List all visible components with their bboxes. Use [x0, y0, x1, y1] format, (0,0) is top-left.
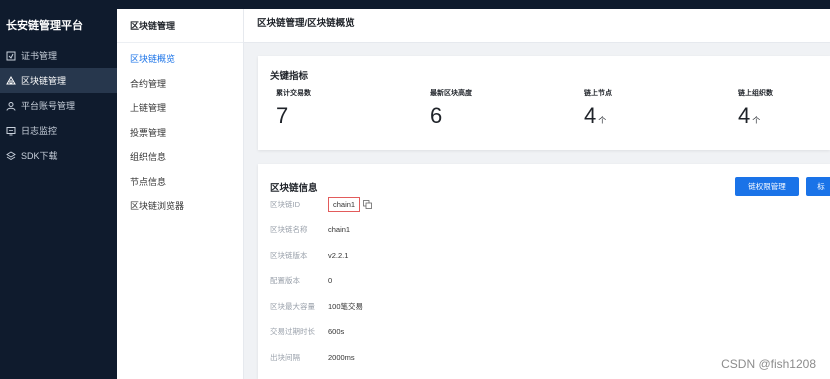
info-value: chain1 — [328, 224, 351, 234]
info-label: 配置版本 — [270, 275, 300, 285]
metric-value: 7 — [276, 103, 289, 128]
info-row-config-version: 配置版本 0 — [270, 273, 332, 287]
info-label: 区块链版本 — [270, 250, 308, 260]
info-value: 600s — [328, 326, 345, 336]
metric-latest-block-height: 最新区块高度 6 — [430, 88, 472, 129]
info-label: 区块链ID — [270, 199, 300, 209]
top-bar — [0, 0, 830, 9]
sidebar-item-certificates[interactable]: 证书管理 — [0, 43, 117, 68]
layers-icon — [5, 150, 17, 162]
subnav-item-overview[interactable]: 区块链概览 — [117, 47, 243, 72]
chain-info-card: 区块链信息 链权限管理 标 区块链ID chain1 区块链名称 chain1 … — [258, 164, 830, 379]
subnav-item-onchain[interactable]: 上链管理 — [117, 96, 243, 121]
sidebar-item-label: 区块链管理 — [21, 76, 67, 86]
blockchain-icon — [5, 75, 17, 87]
info-value: 0 — [328, 275, 333, 285]
subnav-item-voting[interactable]: 投票管理 — [117, 121, 243, 146]
metric-label: 链上组织数 — [738, 90, 773, 97]
subnav-item-contracts[interactable]: 合约管理 — [117, 72, 243, 97]
info-label: 出块间隔 — [270, 352, 300, 362]
sidebar-item-label: 日志监控 — [21, 126, 58, 136]
info-row-chain-id: 区块链ID chain1 — [270, 196, 373, 212]
info-value: 100笔交易 — [328, 301, 364, 311]
subnav-title: 区块链管理 — [117, 9, 243, 43]
metric-chain-orgs: 链上组织数 4个 — [738, 88, 773, 129]
monitor-icon — [5, 125, 17, 137]
info-label: 交易过期时长 — [270, 326, 315, 336]
subnav-item-nodes[interactable]: 节点信息 — [117, 170, 243, 195]
subnav-item-organizations[interactable]: 组织信息 — [117, 145, 243, 170]
info-row-chain-version: 区块链版本 v2.2.1 — [270, 248, 348, 262]
metric-total-transactions: 累计交易数 7 — [276, 88, 311, 129]
sub-navigation: 区块链管理 区块链概览 合约管理 上链管理 投票管理 组织信息 节点信息 区块链… — [117, 9, 244, 379]
info-label: 区块链名称 — [270, 224, 308, 234]
sidebar-item-logs[interactable]: 日志监控 — [0, 118, 117, 143]
info-row-block-capacity: 区块最大容量 100笔交易 — [270, 299, 363, 313]
sidebar-item-label: 平台账号管理 — [21, 101, 76, 111]
brand-title: 长安链管理平台 — [6, 20, 83, 32]
chain-info-title: 区块链信息 — [270, 183, 318, 194]
sidebar: 长安链管理平台 证书管理 区块链管理 平台账号管理 日志监控 SDK下载 — [0, 9, 117, 379]
info-row-block-interval: 出块间隔 2000ms — [270, 350, 355, 364]
metric-label: 累计交易数 — [276, 90, 311, 97]
metric-value: 6 — [430, 103, 443, 128]
info-value: 2000ms — [328, 352, 355, 362]
sidebar-item-sdk[interactable]: SDK下载 — [0, 143, 117, 168]
sidebar-item-blockchain[interactable]: 区块链管理 — [0, 68, 117, 93]
sidebar-item-label: 证书管理 — [21, 51, 58, 61]
info-row-chain-name: 区块链名称 chain1 — [270, 222, 350, 236]
breadcrumb: 区块链管理/区块链概览 — [244, 9, 830, 43]
metric-unit: 个 — [752, 116, 761, 125]
key-metrics-card: 关键指标 累计交易数 7 最新区块高度 6 链上节点 4个 链上组织数 4个 — [258, 56, 830, 150]
info-value: v2.2.1 — [328, 250, 349, 260]
user-icon — [5, 100, 17, 112]
sidebar-item-label: SDK下载 — [21, 151, 58, 161]
chain-id-value: chain1 — [328, 196, 361, 212]
metric-value: 4个 — [584, 103, 607, 128]
key-metrics-title: 关键指标 — [270, 71, 309, 82]
watermark: CSDN @fish1208 — [721, 357, 816, 371]
metric-label: 最新区块高度 — [430, 90, 472, 97]
metric-unit: 个 — [598, 116, 607, 125]
chain-permission-button[interactable]: 链权限管理 — [735, 177, 799, 196]
metric-chain-nodes: 链上节点 4个 — [584, 88, 612, 129]
secondary-button[interactable]: 标 — [806, 177, 830, 196]
info-row-tx-expiration: 交易过期时长 600s — [270, 324, 344, 338]
metric-label: 链上节点 — [584, 90, 612, 97]
sidebar-item-accounts[interactable]: 平台账号管理 — [0, 93, 117, 118]
info-label: 区块最大容量 — [270, 301, 315, 311]
certificate-icon — [5, 50, 17, 62]
metric-value: 4个 — [738, 103, 761, 128]
subnav-item-explorer[interactable]: 区块链浏览器 — [117, 194, 243, 219]
copy-icon[interactable] — [363, 199, 373, 209]
